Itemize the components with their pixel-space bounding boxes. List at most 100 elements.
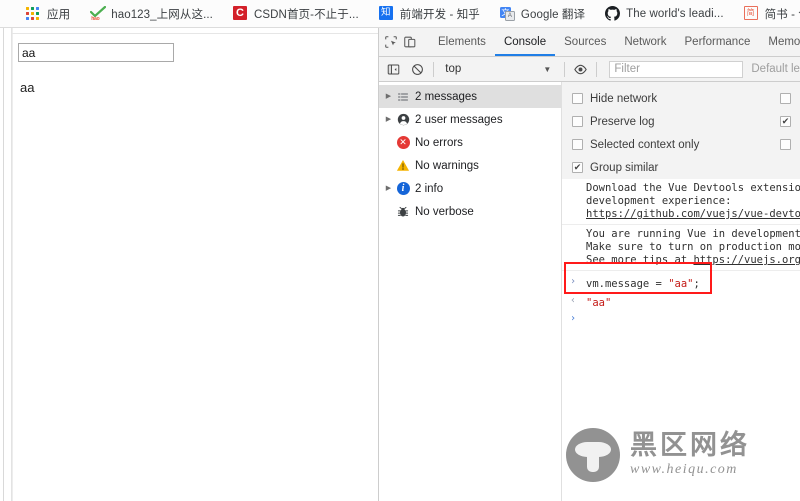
bookmark-apps[interactable]: 应用 bbox=[20, 3, 76, 25]
sidebar-item-user-messages[interactable]: ▶ 2 user messages bbox=[379, 108, 561, 131]
clear-console-icon[interactable] bbox=[408, 59, 427, 79]
sidebar-item-info[interactable]: ▶ i 2 info bbox=[379, 177, 561, 200]
tab-network[interactable]: Network bbox=[615, 29, 675, 56]
log-levels-select[interactable]: Default le bbox=[751, 63, 800, 75]
bookmarks-bar: 应用 hao hao123_上网从这... C CSDN首页-不止于... 知 … bbox=[0, 0, 800, 28]
mushroom-logo-icon bbox=[566, 428, 620, 482]
toolbar-divider-2 bbox=[433, 61, 435, 77]
message-input[interactable] bbox=[18, 43, 174, 62]
option-hide-network[interactable]: Hide network bbox=[572, 87, 699, 110]
tab-console[interactable]: Console bbox=[495, 29, 555, 56]
checkbox-icon[interactable] bbox=[780, 93, 791, 104]
bookmark-google-translate[interactable]: 文A Google 翻译 bbox=[494, 3, 591, 25]
execution-context-select[interactable]: top ▼ bbox=[440, 60, 558, 79]
bookmark-label: CSDN首页-不止于... bbox=[253, 8, 359, 21]
watermark-text: 黑区网络 www.heiqu.com bbox=[630, 430, 750, 477]
hao123-icon: hao bbox=[90, 6, 107, 22]
option-right-2[interactable]: ✔ bbox=[780, 110, 798, 133]
log-line: development experience: bbox=[586, 195, 732, 207]
command-text: vm.message = "aa"; bbox=[586, 278, 700, 290]
devtools-tabbar: Elements Console Sources Network Perform… bbox=[379, 28, 800, 57]
log-line: See more tips at https://vuejs.org/gui bbox=[586, 254, 800, 267]
sidebar-item-verbose[interactable]: ▶ No verbose bbox=[379, 200, 561, 223]
console-sidebar: ▶ 2 messages ▶ 2 user messages ▶ bbox=[379, 82, 562, 501]
bookmark-label: Google 翻译 bbox=[520, 8, 586, 21]
checkbox-icon[interactable] bbox=[572, 139, 583, 150]
bookmark-csdn[interactable]: C CSDN首页-不止于... bbox=[227, 3, 365, 25]
live-expression-icon[interactable] bbox=[571, 59, 590, 79]
jianshu-icon: 简 bbox=[743, 6, 759, 21]
filter-input[interactable] bbox=[609, 60, 744, 78]
result-arrow-icon: ‹ bbox=[570, 295, 577, 306]
expand-triangle-icon[interactable]: ▶ bbox=[383, 185, 394, 192]
show-console-sidebar-icon[interactable] bbox=[384, 59, 403, 79]
console-settings-column-left: Hide network Preserve log Selected conte… bbox=[572, 87, 699, 179]
option-right-3[interactable] bbox=[780, 133, 798, 156]
bookmark-github[interactable]: The world's leadi... bbox=[599, 3, 730, 25]
sidebar-item-label: No errors bbox=[415, 136, 463, 149]
watermark-brand: 黑区网络 bbox=[630, 430, 750, 462]
option-selected-context-only[interactable]: Selected context only bbox=[572, 133, 699, 156]
log-line: Download the Vue Devtools extension fo bbox=[586, 182, 800, 194]
watermark: 黑区网络 www.heiqu.com bbox=[566, 428, 750, 482]
error-icon: ✕ bbox=[394, 136, 412, 149]
device-toolbar-icon[interactable] bbox=[403, 32, 417, 52]
sidebar-item-messages[interactable]: ▶ 2 messages bbox=[379, 85, 561, 108]
result-value: "aa" bbox=[586, 297, 612, 309]
console-toolbar: top ▼ Default le bbox=[379, 57, 800, 82]
log-line: Make sure to turn on production mode w bbox=[586, 241, 800, 253]
inspect-element-icon[interactable] bbox=[384, 32, 398, 52]
expand-triangle-icon[interactable]: ▶ bbox=[383, 116, 394, 123]
tab-performance[interactable]: Performance bbox=[676, 29, 760, 56]
log-entry-vue-devtools[interactable]: Download the Vue Devtools extension fo d… bbox=[562, 179, 800, 225]
bookmark-zhihu[interactable]: 知 前端开发 - 知乎 bbox=[373, 3, 486, 25]
prompt-arrow-icon: › bbox=[570, 313, 577, 324]
log-link[interactable]: https://vuejs.org/gui bbox=[693, 254, 800, 266]
github-icon bbox=[605, 6, 621, 21]
list-icon bbox=[394, 91, 412, 103]
command-suffix: ; bbox=[693, 278, 700, 290]
option-preserve-log[interactable]: Preserve log bbox=[572, 110, 699, 133]
log-line: You are running Vue in development mod bbox=[586, 228, 800, 240]
tab-elements[interactable]: Elements bbox=[429, 29, 495, 56]
console-input-prompt[interactable]: › bbox=[562, 312, 800, 328]
sidebar-item-label: No verbose bbox=[415, 205, 474, 218]
tab-sources[interactable]: Sources bbox=[555, 29, 615, 56]
bookmark-hao123[interactable]: hao hao123_上网从这... bbox=[84, 3, 219, 25]
console-result-entry[interactable]: ‹ "aa" bbox=[562, 293, 800, 312]
toolbar-divider-3 bbox=[564, 61, 566, 77]
sidebar-item-label: 2 user messages bbox=[415, 113, 503, 126]
console-command-entry[interactable]: › vm.message = "aa"; bbox=[562, 274, 800, 293]
command-prefix: vm.message = bbox=[586, 278, 669, 290]
command-arrow-icon: › bbox=[570, 276, 577, 287]
checkbox-icon[interactable]: ✔ bbox=[572, 162, 583, 173]
console-settings-pane: Hide network Preserve log Selected conte… bbox=[562, 82, 800, 185]
google-translate-icon: 文A bbox=[499, 6, 515, 21]
tab-memory[interactable]: Memo bbox=[759, 29, 800, 56]
execution-context-value: top bbox=[445, 63, 462, 75]
option-label: Group similar bbox=[590, 161, 659, 174]
zhihu-icon: 知 bbox=[378, 6, 394, 21]
checkbox-icon[interactable] bbox=[572, 93, 583, 104]
sidebar-item-warnings[interactable]: ▶ No warnings bbox=[379, 154, 561, 177]
checkbox-icon[interactable]: ✔ bbox=[780, 116, 791, 127]
bookmark-jianshu[interactable]: 简 简书 - 创作你的创... bbox=[738, 3, 800, 25]
option-group-similar[interactable]: ✔ Group similar bbox=[572, 156, 699, 179]
checkbox-icon[interactable] bbox=[780, 139, 791, 150]
log-text: See more tips at bbox=[586, 254, 694, 266]
user-icon bbox=[394, 113, 412, 126]
info-icon: i bbox=[394, 182, 412, 195]
log-link[interactable]: https://github.com/vuejs/vue-devtools bbox=[586, 208, 800, 221]
option-right-1[interactable] bbox=[780, 87, 798, 110]
page-left-edge bbox=[0, 28, 12, 501]
option-label: Selected context only bbox=[590, 138, 700, 151]
sidebar-item-label: 2 info bbox=[415, 182, 444, 195]
expand-triangle-icon[interactable]: ▶ bbox=[383, 93, 394, 100]
checkbox-icon[interactable] bbox=[572, 116, 583, 127]
sidebar-item-errors[interactable]: ▶ ✕ No errors bbox=[379, 131, 561, 154]
sidebar-item-label: No warnings bbox=[415, 159, 479, 172]
chevron-down-icon: ▼ bbox=[543, 64, 552, 74]
log-entry-vue-dev-mode[interactable]: You are running Vue in development mod M… bbox=[562, 225, 800, 271]
csdn-icon: C bbox=[232, 6, 248, 21]
bookmark-label: 简书 - 创作你的创... bbox=[764, 8, 800, 21]
